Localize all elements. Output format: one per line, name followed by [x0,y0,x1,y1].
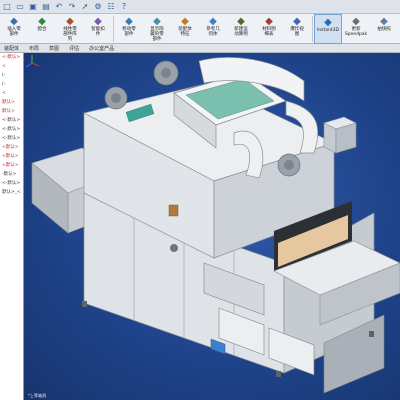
new-motion-study-button[interactable]: ◆ 新建运 动算例 [227,14,255,44]
show-hidden-button[interactable]: ◆ 显示隐 藏的零 部件 [143,14,171,44]
ribbon-separator [312,16,313,42]
reference-geometry-button[interactable]: ◆ 参考几 何体 [199,14,227,44]
instant3d-icon: ◆ [324,16,332,28]
print-icon[interactable]: ▤ [41,2,51,12]
reference-geometry-icon: ◆ [209,15,217,27]
tab-4[interactable]: 办公室产品 [87,45,116,52]
command-manager-tabs: 装配体 布局 草图 评估 办公室产品 [0,44,400,53]
tree-item[interactable]: < [0,62,23,71]
undo-icon[interactable]: ↶ [54,2,64,12]
tree-item[interactable]: 默认> [0,107,23,116]
help-icon[interactable]: ? [119,2,129,12]
mate-icon: ◆ [38,15,46,27]
tree-item[interactable]: (- [0,80,23,89]
exploded-view-button[interactable]: ◆ 爆炸视 图 [283,14,311,44]
instant3d-button[interactable]: ◆ Instant3D [314,14,342,44]
rebuild-icon[interactable]: ⚙ [93,2,103,12]
graphics-area[interactable]: *上等轴测 [24,53,400,400]
redo-icon[interactable]: ↷ [67,2,77,12]
tree-item[interactable]: <-默认> [0,179,23,188]
feature-manager-tree[interactable]: <-默认> < (- (- < 默认> 默认> <-默认> <-默认> <-默认> <默认> <默认>… [0,53,24,400]
tab-1[interactable]: 布局 [27,45,41,52]
uv-curing-machine-model [31,57,400,394]
ribbon-button-label: 显示隐 藏的零 部件 [150,27,164,42]
tree-item[interactable]: (- [0,71,23,80]
tab-2[interactable]: 草图 [47,45,61,52]
insert-component-button[interactable]: ◆ 插入零 部件 [0,14,28,44]
tree-item[interactable]: < [0,89,23,98]
ribbon-button-label: 线性零 部件阵 列 [63,27,77,42]
new-motion-study-icon: ◆ [237,15,245,27]
exploded-view-icon: ◆ [293,15,301,27]
tree-item[interactable]: <-默认> [0,125,23,134]
move-component-icon: ◆ [125,15,133,27]
ribbon-button-label: 新建运 动算例 [234,27,248,37]
take-snapshot-icon: ◆ [380,15,388,27]
options-icon[interactable]: ☷ [106,2,116,12]
assembly-features-icon: ◆ [181,15,189,27]
save-icon[interactable]: ▣ [28,2,38,12]
take-snapshot-button[interactable]: ◆ 拍快照 [370,14,398,44]
ribbon-button-label: 装配体 特征 [178,27,192,37]
ribbon-button-label: 智能扣 件 [91,27,105,37]
ribbon-button-label: 更新 Speedpak [344,27,368,37]
tree-item[interactable]: <-默认> [0,134,23,143]
new-file-icon[interactable]: □ [2,2,12,12]
quick-access-toolbar: □ ▭ ▣ ▤ ↶ ↷ ➚ ⚙ ☷? [0,0,400,14]
open-icon[interactable]: ▭ [15,2,25,12]
solidworks-window: □ ▭ ▣ ▤ ↶ ↷ ➚ ⚙ ☷? ◆ 插入零 部件 ◆ 配合 ◆ 线性零 部件阵 列 ◆ 智能扣 件 ◆ 移动… [0,0,400,400]
tree-item[interactable]: <默认> [0,161,23,170]
show-hidden-icon: ◆ [153,15,161,27]
command-manager-ribbon: ◆ 插入零 部件 ◆ 配合 ◆ 线性零 部件阵 列 ◆ 智能扣 件 ◆ 移动零 部件 ◆ 显示隐 藏的… [0,14,400,44]
bill-of-materials-button[interactable]: ◆ 材料明 细表 [255,14,283,44]
tree-item[interactable]: <-默认> [0,53,23,62]
linear-pattern-button[interactable]: ◆ 线性零 部件阵 列 [56,14,84,44]
tree-item[interactable]: -默认> [0,170,23,179]
ribbon-button-label: 材料明 细表 [262,27,276,37]
ribbon-separator [113,16,114,42]
view-orientation-label: *上等轴测 [28,393,46,398]
warning-label [168,204,179,217]
ribbon-button-label: 拍快照 [377,27,391,32]
assembly-features-button[interactable]: ◆ 装配体 特征 [171,14,199,44]
select-icon[interactable]: ➚ [80,2,90,12]
tree-item[interactable]: <-默认> [0,116,23,125]
ribbon-button-label: 插入零 部件 [7,27,21,37]
ribbon-button-label: 爆炸视 图 [290,27,304,37]
ribbon-button-label: Instant3D [317,28,339,33]
update-speedpak-icon: ◆ [352,15,360,27]
linear-pattern-icon: ◆ [66,15,74,27]
smart-fasteners-icon: ◆ [94,15,102,27]
update-speedpak-button[interactable]: ◆ 更新 Speedpak [342,14,370,44]
tab-0[interactable]: 装配体 [2,45,21,52]
tab-3[interactable]: 评估 [67,45,81,52]
tree-item[interactable]: 默认> [0,98,23,107]
ribbon-button-label: 参考几 何体 [206,27,220,37]
view-triad [25,55,40,68]
tree-item[interactable]: <默认> [0,152,23,161]
ribbon-button-label: 移动零 部件 [122,27,136,37]
bill-of-materials-icon: ◆ [265,15,273,27]
ribbon-button-label: 配合 [37,27,47,32]
mate-button[interactable]: ◆ 配合 [28,14,56,44]
smart-fasteners-button[interactable]: ◆ 智能扣 件 [84,14,112,44]
move-component-button[interactable]: ◆ 移动零 部件 [115,14,143,44]
tree-item[interactable]: 默认>_< [0,188,23,197]
tree-item[interactable]: <默认> [0,143,23,152]
insert-component-icon: ◆ [10,15,18,27]
